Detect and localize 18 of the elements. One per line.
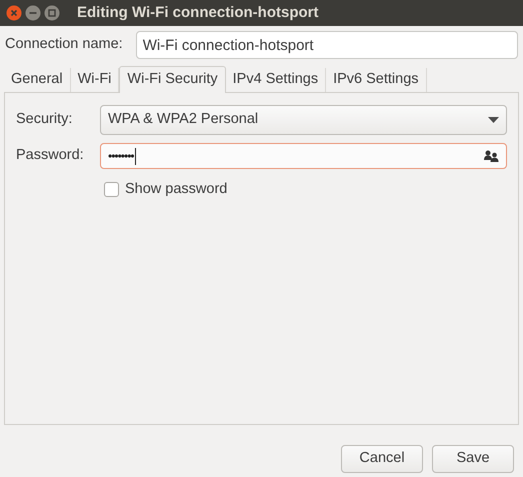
save-button[interactable]: Save bbox=[432, 445, 514, 473]
connection-name-label: Connection name: bbox=[5, 35, 123, 54]
password-field[interactable]: •••••••• bbox=[100, 143, 507, 169]
security-dropdown[interactable]: WPA & WPA2 Personal bbox=[100, 105, 507, 135]
users-icon[interactable] bbox=[484, 150, 499, 162]
cancel-button[interactable]: Cancel bbox=[341, 445, 423, 473]
caret-icon bbox=[488, 117, 499, 123]
security-label: Security: bbox=[16, 110, 74, 130]
connection-name-field[interactable]: Wi-Fi connection-hotsport bbox=[136, 31, 518, 59]
password-label: Password: bbox=[16, 146, 85, 166]
maximize-icon[interactable] bbox=[44, 5, 60, 21]
checkbox[interactable] bbox=[104, 182, 119, 198]
close-icon[interactable] bbox=[6, 5, 22, 21]
tab[interactable]: Wi-Fi Security bbox=[119, 66, 226, 93]
password-text: •••••••• bbox=[108, 148, 134, 165]
minimize-icon[interactable] bbox=[25, 5, 41, 21]
show-password-label: Show password bbox=[125, 180, 228, 199]
window-title: Editing Wi-Fi connection-hotsport bbox=[77, 2, 318, 23]
